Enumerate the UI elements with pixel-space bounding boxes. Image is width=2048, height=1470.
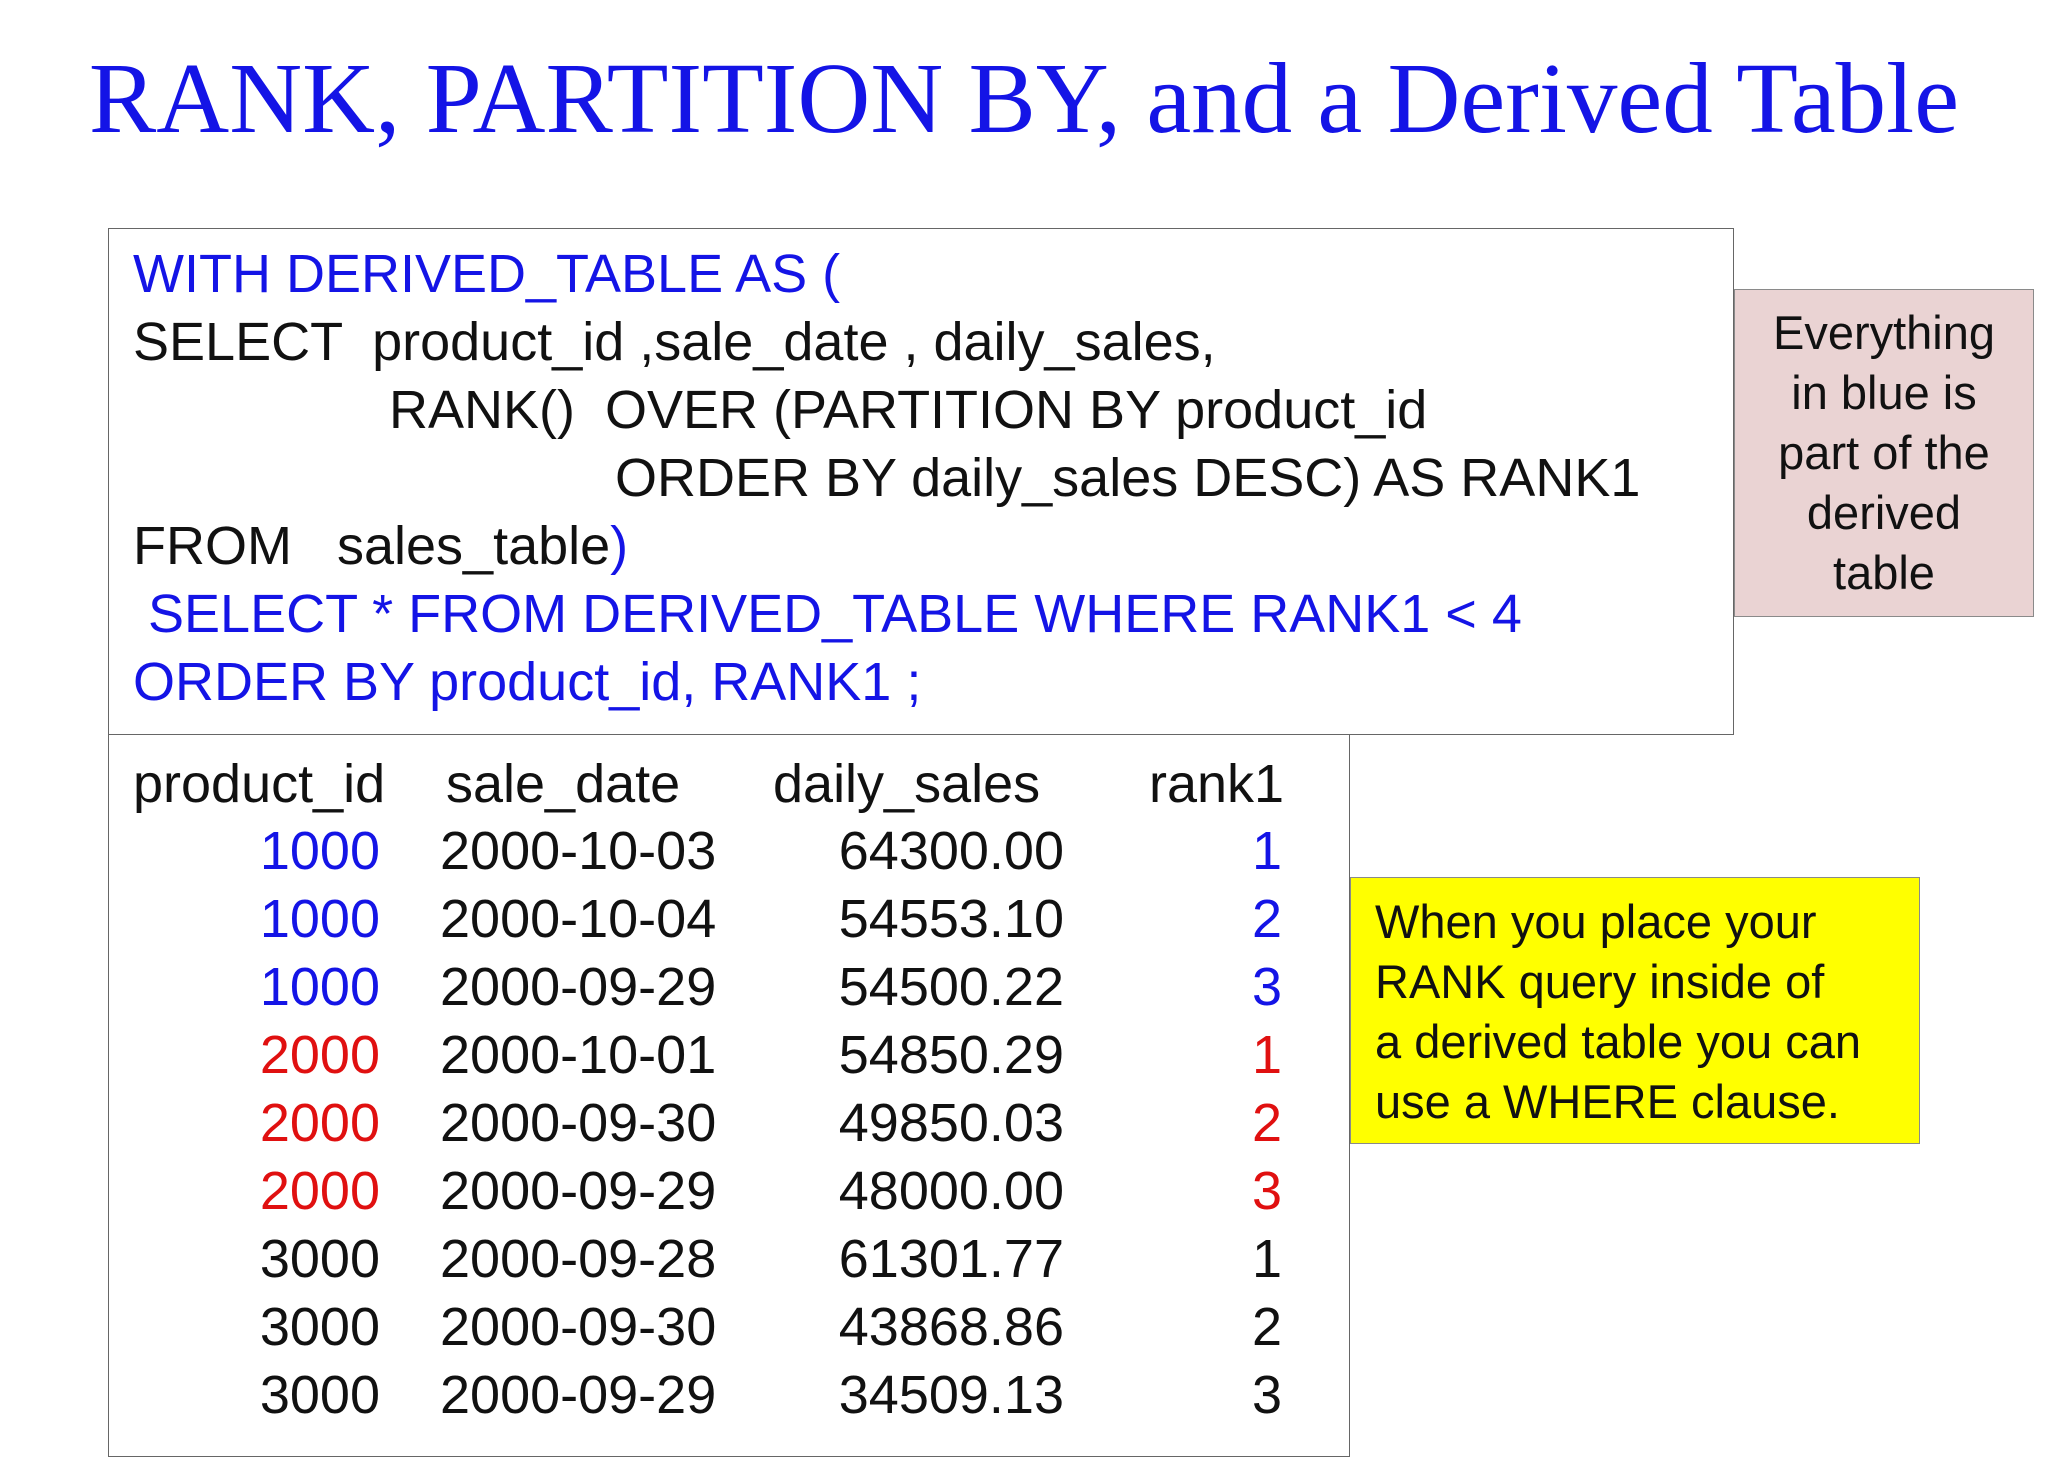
- slide-title: RANK, PARTITION BY, and a Derived Table: [88, 42, 1960, 154]
- cell-rank1: 3: [1251, 1365, 1282, 1425]
- cell-daily-sales: 54553.10: [838, 889, 1064, 949]
- cell-sale-date: 2000-09-29: [440, 957, 717, 1017]
- cell-rank1: 3: [1251, 957, 1282, 1017]
- sql-line-with: WITH DERIVED_TABLE AS (: [133, 244, 841, 304]
- cell-product-id: 1000: [259, 821, 380, 881]
- cell-daily-sales: 61301.77: [838, 1229, 1064, 1289]
- cell-sale-date: 2000-10-01: [440, 1025, 717, 1085]
- cell-sale-date: 2000-10-03: [440, 821, 717, 881]
- cell-daily-sales: 64300.00: [838, 821, 1064, 881]
- cell-product-id: 1000: [259, 889, 380, 949]
- sql-line-from: FROM sales_table): [133, 515, 628, 577]
- cell-product-id: 2000: [259, 1093, 380, 1153]
- cell-rank1: 1: [1251, 1025, 1282, 1085]
- cell-product-id: 1000: [259, 957, 380, 1017]
- column-header-daily-sales: daily_sales: [773, 754, 1041, 814]
- cell-sale-date: 2000-10-04: [440, 889, 717, 949]
- cell-sale-date: 2000-09-29: [440, 1365, 717, 1425]
- cell-rank1: 1: [1251, 821, 1282, 881]
- cell-daily-sales: 48000.00: [838, 1161, 1064, 1221]
- cell-daily-sales: 34509.13: [838, 1365, 1064, 1425]
- blue-legend-note: Everything in blue is part of the derive…: [1734, 289, 2034, 617]
- cell-product-id: 2000: [259, 1025, 380, 1085]
- cell-daily-sales: 43868.86: [838, 1297, 1064, 1357]
- cell-product-id: 3000: [259, 1365, 380, 1425]
- sql-from-text: FROM sales_table: [133, 516, 611, 576]
- cell-sale-date: 2000-09-30: [440, 1297, 717, 1357]
- sql-line-order-by-desc: ORDER BY daily_sales DESC) AS RANK1: [615, 448, 1641, 508]
- cell-daily-sales: 49850.03: [838, 1093, 1064, 1153]
- cell-product-id: 3000: [259, 1229, 380, 1289]
- cell-rank1: 1: [1251, 1229, 1282, 1289]
- cell-product-id: 3000: [259, 1297, 380, 1357]
- column-header-rank1: rank1: [1149, 754, 1285, 814]
- cell-rank1: 2: [1251, 889, 1282, 949]
- cell-sale-date: 2000-09-29: [440, 1161, 717, 1221]
- cell-rank1: 2: [1251, 1093, 1282, 1153]
- cell-product-id: 2000: [259, 1161, 380, 1221]
- cell-daily-sales: 54850.29: [838, 1025, 1064, 1085]
- column-header-sale-date: sale_date: [446, 754, 681, 814]
- sql-line-outer-order: ORDER BY product_id, RANK1 ;: [133, 652, 922, 712]
- sql-closing-paren: ): [610, 516, 629, 576]
- sql-line-select: SELECT product_id ,sale_date , daily_sal…: [133, 312, 1216, 372]
- sql-line-outer-select: SELECT * FROM DERIVED_TABLE WHERE RANK1 …: [133, 584, 1522, 644]
- sql-code-box: WITH DERIVED_TABLE AS ( SELECT product_i…: [108, 228, 1734, 735]
- cell-daily-sales: 54500.22: [838, 957, 1064, 1017]
- cell-rank1: 3: [1251, 1161, 1282, 1221]
- where-clause-note: When you place your RANK query inside of…: [1350, 877, 1920, 1144]
- cell-sale-date: 2000-09-30: [440, 1093, 717, 1153]
- cell-rank1: 2: [1251, 1297, 1282, 1357]
- sql-line-rank-over: RANK() OVER (PARTITION BY product_id: [389, 380, 1428, 440]
- cell-sale-date: 2000-09-28: [440, 1229, 717, 1289]
- column-header-product-id: product_id: [133, 754, 386, 814]
